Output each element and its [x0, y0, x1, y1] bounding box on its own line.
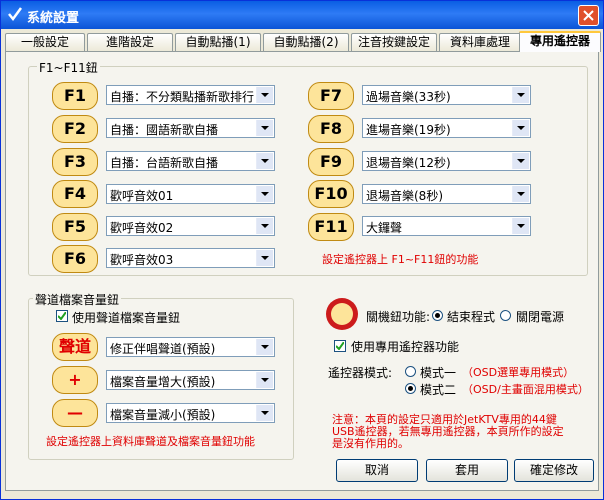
- chevron-down-icon: [256, 250, 273, 266]
- power-exit-label: 結束程式: [447, 310, 496, 324]
- power-exit-radio[interactable]: [432, 310, 443, 321]
- f11-key: F11: [308, 213, 354, 241]
- tab-database[interactable]: 資料庫處理: [439, 33, 521, 51]
- f-keys-note: 設定遙控器上 F1~F11鈕的功能: [322, 253, 479, 266]
- f3-select[interactable]: 自播：台語新歌自播: [106, 151, 275, 171]
- volume-up-select[interactable]: 檔案音量增大(預設): [106, 370, 275, 390]
- chevron-down-icon: [256, 372, 273, 388]
- tab-strip: 一般設定 進階設定 自動點播(1) 自動點播(2) 注音按鍵設定 資料庫處理 專…: [5, 31, 601, 52]
- mode1-radio[interactable]: [405, 366, 416, 377]
- volume-down-select[interactable]: 檔案音量減小(預設): [106, 403, 275, 423]
- cancel-button[interactable]: 取消: [336, 459, 418, 482]
- tab-panel: F1~F11鈕 F1 自播：不分類點播新歌排行 F2 自播：國語新歌自播 F3 …: [5, 51, 599, 491]
- f4-select[interactable]: 歡呼音效01: [106, 184, 275, 204]
- tab-advanced[interactable]: 進階設定: [87, 33, 173, 51]
- chevron-down-icon: [512, 120, 529, 136]
- mode2-radio[interactable]: [405, 383, 416, 394]
- tab-remote[interactable]: 專用遙控器: [519, 31, 601, 52]
- title-bar: 系統設置: [1, 1, 603, 29]
- tab-autoplay-1[interactable]: 自動點播(1): [175, 33, 261, 51]
- f5-key: F5: [52, 213, 98, 241]
- warning-note: 注意：本頁的設定只適用於JetKTV專用的44鍵 USB遙控器，若無專用遙控器，…: [332, 414, 564, 450]
- settings-window: 系統設置 一般設定 進階設定 自動點播(1) 自動點播(2) 注音按鍵設定 資料…: [0, 0, 604, 500]
- mode1-note: （OSD選單專用模式）: [462, 366, 575, 379]
- power-off-label: 關閉電源: [516, 310, 565, 324]
- mode1-label: 模式一: [420, 366, 457, 380]
- chevron-down-icon: [512, 153, 529, 169]
- warning-line-3: 是沒有作用的。: [332, 437, 409, 450]
- checkmark-icon: [8, 7, 23, 22]
- confirm-button[interactable]: 確定修改: [514, 459, 594, 482]
- check-icon: [336, 342, 344, 350]
- window-title: 系統設置: [27, 11, 80, 26]
- chevron-down-icon: [256, 87, 273, 103]
- f6-select[interactable]: 歡呼音效03: [106, 248, 275, 268]
- f6-key: F6: [52, 245, 98, 273]
- f7-key: F7: [308, 82, 354, 110]
- use-remote-label: 使用專用遙控器功能: [351, 340, 460, 354]
- volume-down-key: —: [52, 399, 98, 427]
- f-keys-legend: F1~F11鈕: [37, 59, 100, 76]
- channel-select[interactable]: 修正伴唱聲道(預設): [106, 337, 275, 357]
- chevron-down-icon: [256, 153, 273, 169]
- f11-select[interactable]: 大鑼聲: [362, 216, 531, 236]
- chevron-down-icon: [256, 339, 273, 355]
- close-button[interactable]: [578, 5, 599, 26]
- f8-key: F8: [308, 115, 354, 143]
- f4-key: F4: [52, 180, 98, 208]
- channel-key: 聲道: [52, 333, 98, 361]
- channel-volume-legend: 聲道檔案音量鈕: [33, 291, 122, 308]
- f3-key: F3: [52, 148, 98, 176]
- apply-button[interactable]: 套用: [426, 459, 508, 482]
- tab-general[interactable]: 一般設定: [5, 33, 85, 51]
- f9-select[interactable]: 退場音樂(12秒): [362, 151, 531, 171]
- f10-key: F10: [308, 180, 354, 208]
- tab-phonetic-keys[interactable]: 注音按鍵設定: [351, 33, 437, 51]
- close-icon: [583, 10, 594, 21]
- chevron-down-icon: [256, 405, 273, 421]
- f5-select[interactable]: 歡呼音效02: [106, 216, 275, 236]
- f2-key: F2: [52, 115, 98, 143]
- f2-select[interactable]: 自播：國語新歌自播: [106, 118, 275, 138]
- chevron-down-icon: [256, 186, 273, 202]
- mode2-label: 模式二: [420, 383, 457, 397]
- power-button-icon: [326, 298, 358, 330]
- use-channel-label: 使用聲道檔案音量鈕: [72, 311, 181, 325]
- chevron-down-icon: [256, 120, 273, 136]
- chevron-down-icon: [512, 186, 529, 202]
- chevron-down-icon: [512, 218, 529, 234]
- check-icon: [58, 312, 66, 320]
- chevron-down-icon: [512, 87, 529, 103]
- f10-select[interactable]: 退場音樂(8秒): [362, 184, 531, 204]
- mode2-note: （OSD/主畫面混用模式）: [462, 383, 589, 396]
- chevron-down-icon: [256, 218, 273, 234]
- tab-autoplay-2[interactable]: 自動點播(2): [263, 33, 349, 51]
- f1-key: F1: [52, 82, 98, 110]
- volume-up-key: +: [52, 366, 98, 394]
- use-channel-checkbox[interactable]: [56, 310, 68, 322]
- use-remote-checkbox[interactable]: [334, 340, 346, 352]
- f9-key: F9: [308, 148, 354, 176]
- power-label: 關機鈕功能:: [366, 310, 431, 324]
- power-off-radio[interactable]: [500, 310, 511, 321]
- channel-note: 設定遙控器上資料庫聲道及檔案音量鈕功能: [46, 435, 255, 448]
- remote-mode-label: 遙控器模式:: [328, 366, 393, 380]
- f8-select[interactable]: 進場音樂(19秒): [362, 118, 531, 138]
- f1-select[interactable]: 自播：不分類點播新歌排行: [106, 85, 275, 105]
- f7-select[interactable]: 過場音樂(33秒): [362, 85, 531, 105]
